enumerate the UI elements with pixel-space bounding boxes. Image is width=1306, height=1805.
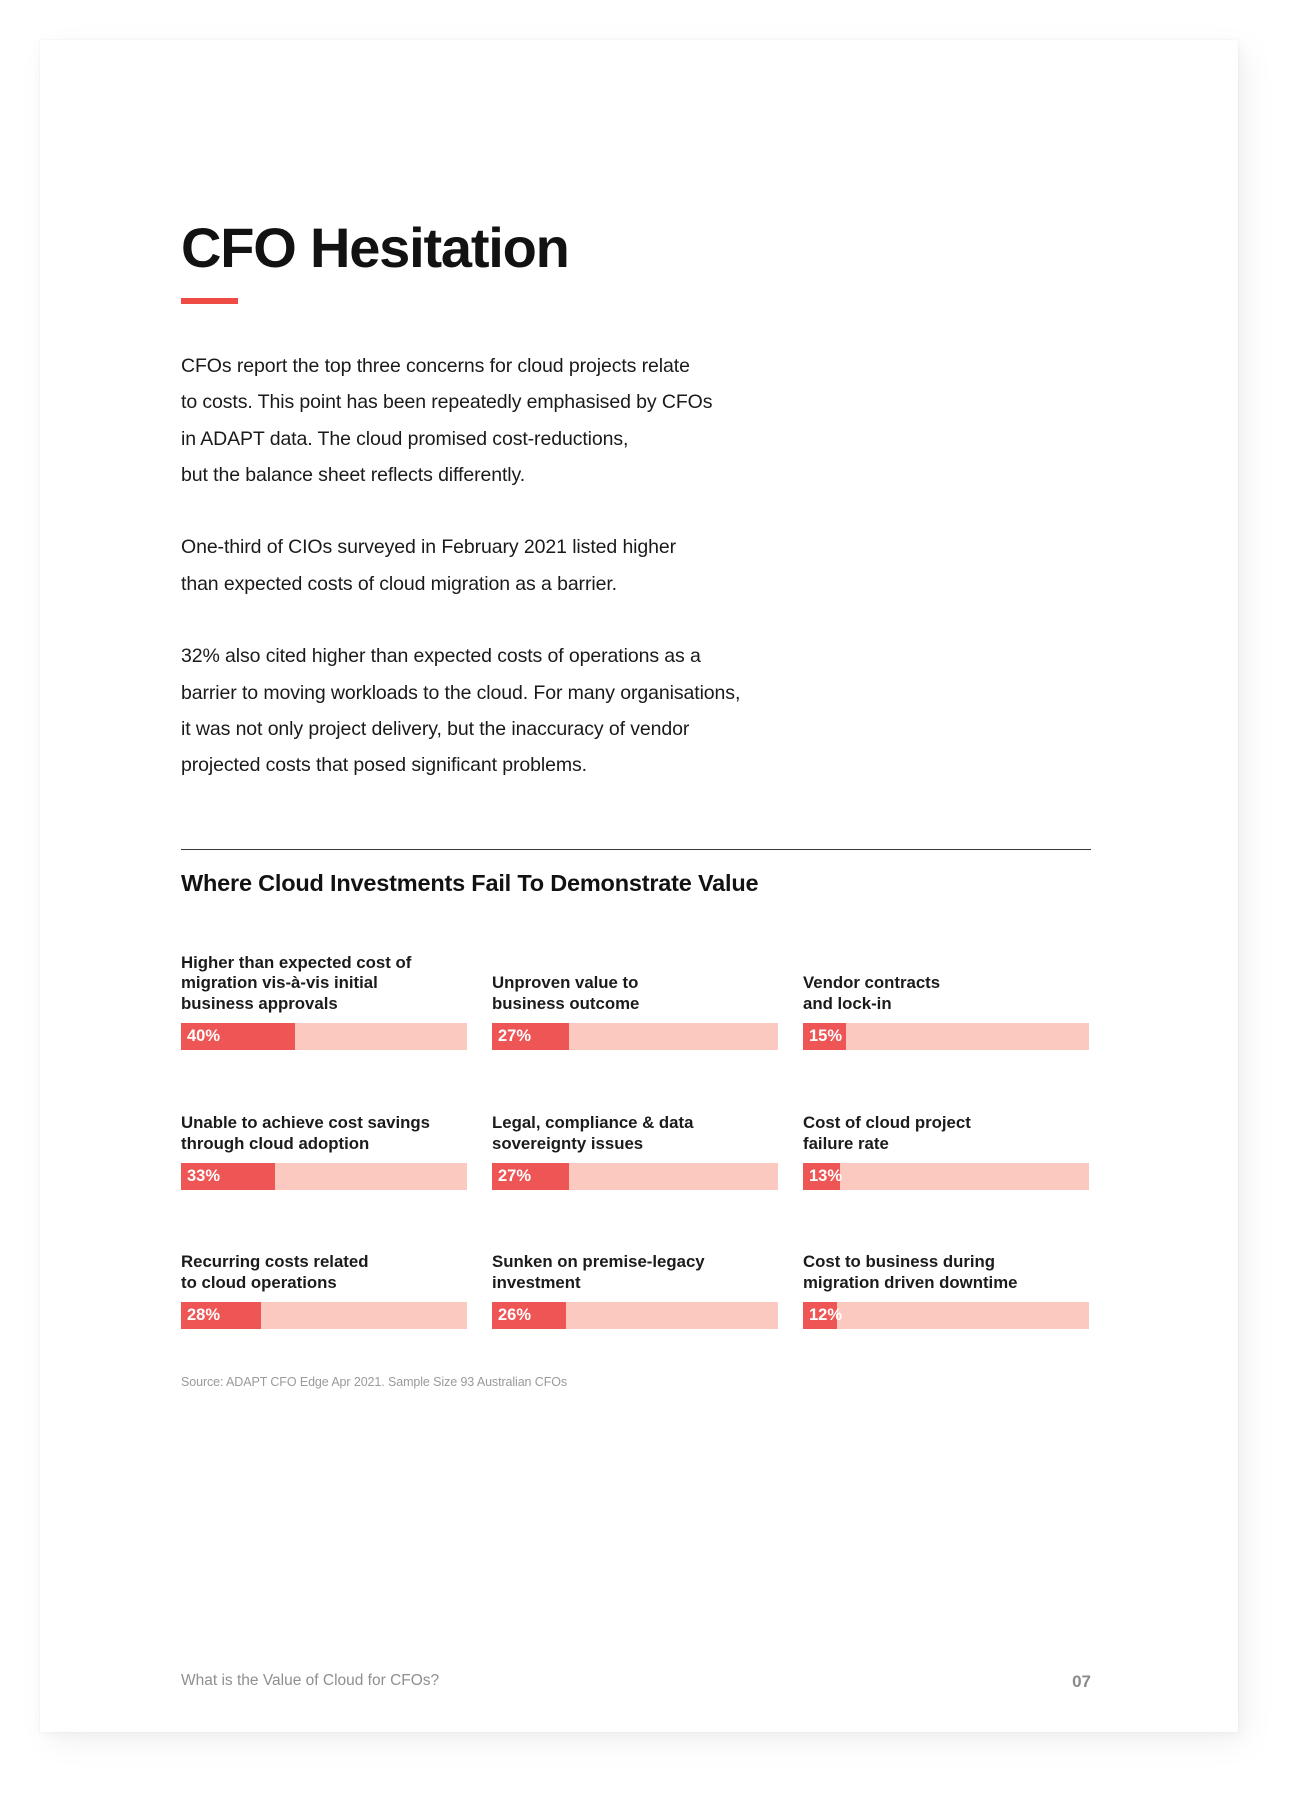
category-label-box: Unable to achieve cost savings through c… bbox=[181, 1080, 467, 1155]
data-label: 27% bbox=[498, 1166, 532, 1185]
title-accent-rule bbox=[181, 298, 238, 304]
data-label: 40% bbox=[187, 1027, 221, 1045]
category-label: Higher than expected cost of migration v… bbox=[181, 952, 412, 1014]
category-label-box: Legal, compliance & data sovereignty iss… bbox=[492, 1080, 778, 1155]
data-label: 27% bbox=[498, 1027, 532, 1045]
category-label-box: Recurring costs related to cloud operati… bbox=[181, 1219, 467, 1294]
category-label-box: Cost of cloud project failure rate bbox=[803, 1080, 1089, 1155]
data-label: 28% bbox=[187, 1306, 221, 1324]
category-label-box: Unproven value to business outcome bbox=[492, 940, 778, 1015]
data-label: 26% bbox=[498, 1306, 532, 1324]
chart-item: Cost to business during migration driven… bbox=[803, 1219, 1089, 1329]
page-number: 07 bbox=[1072, 1672, 1091, 1691]
category-label: Legal, compliance & data sovereignty iss… bbox=[492, 1112, 694, 1153]
paragraph: 32% also cited higher than expected cost… bbox=[181, 645, 741, 777]
paragraph: One-third of CIOs surveyed in February 2… bbox=[181, 536, 677, 595]
section-divider bbox=[181, 849, 1091, 850]
bar-track: 33% bbox=[181, 1162, 467, 1190]
bar-track: 28% bbox=[181, 1302, 467, 1329]
category-label-box: Vendor contracts and lock-in bbox=[803, 940, 1089, 1015]
bar-track: 15% bbox=[803, 1023, 1089, 1050]
body-text: CFOs report the top three concerns for c… bbox=[181, 348, 821, 820]
bar-track: 12% bbox=[803, 1302, 1089, 1329]
data-label: 12% bbox=[809, 1306, 843, 1324]
category-label: Cost of cloud project failure rate bbox=[803, 1112, 971, 1153]
footer-title: What is the Value of Cloud for CFOs? bbox=[181, 1672, 440, 1689]
category-label: Recurring costs related to cloud operati… bbox=[181, 1252, 369, 1293]
bar-track: 26% bbox=[492, 1302, 778, 1329]
data-label: 13% bbox=[809, 1166, 843, 1185]
category-label: Cost to business during migration driven… bbox=[803, 1252, 1018, 1293]
category-label-box: Higher than expected cost of migration v… bbox=[181, 940, 467, 1015]
paragraph: CFOs report the top three concerns for c… bbox=[181, 355, 713, 486]
category-label: Sunken on premise-legacy investment bbox=[492, 1252, 705, 1293]
chart-item: Unproven value to business outcome 27% bbox=[492, 940, 778, 1050]
chart-title: Where Cloud Investments Fail To Demonstr… bbox=[181, 870, 759, 896]
page-title: CFO Hesitation bbox=[181, 216, 570, 279]
category-label-box: Sunken on premise-legacy investment bbox=[492, 1219, 778, 1294]
bar-track: 27% bbox=[492, 1023, 778, 1050]
category-label: Unable to achieve cost savings through c… bbox=[181, 1112, 431, 1153]
bar-track: 13% bbox=[803, 1162, 1089, 1190]
report-page: CFO Hesitation CFOs report the top three… bbox=[40, 40, 1238, 1732]
category-label-box: Cost to business during migration driven… bbox=[803, 1219, 1089, 1294]
data-label: 33% bbox=[187, 1166, 221, 1185]
chart-item: Unable to achieve cost savings through c… bbox=[181, 1080, 467, 1190]
chart-item: Legal, compliance & data sovereignty iss… bbox=[492, 1080, 778, 1190]
category-label: Unproven value to business outcome bbox=[492, 973, 640, 1014]
chart-item: Recurring costs related to cloud operati… bbox=[181, 1219, 467, 1329]
category-label: Vendor contracts and lock-in bbox=[803, 973, 941, 1014]
data-label: 15% bbox=[809, 1027, 843, 1045]
chart-item: Cost of cloud project failure rate 13% bbox=[803, 1080, 1089, 1190]
source-note: Source: ADAPT CFO Edge Apr 2021. Sample … bbox=[181, 1375, 568, 1389]
chart-item: Sunken on premise-legacy investment 26% bbox=[492, 1219, 778, 1329]
chart-item: Higher than expected cost of migration v… bbox=[181, 940, 467, 1050]
chart-item: Vendor contracts and lock-in 15% bbox=[803, 940, 1089, 1050]
bar-track: 40% bbox=[181, 1023, 467, 1050]
bar-track: 27% bbox=[492, 1162, 778, 1190]
